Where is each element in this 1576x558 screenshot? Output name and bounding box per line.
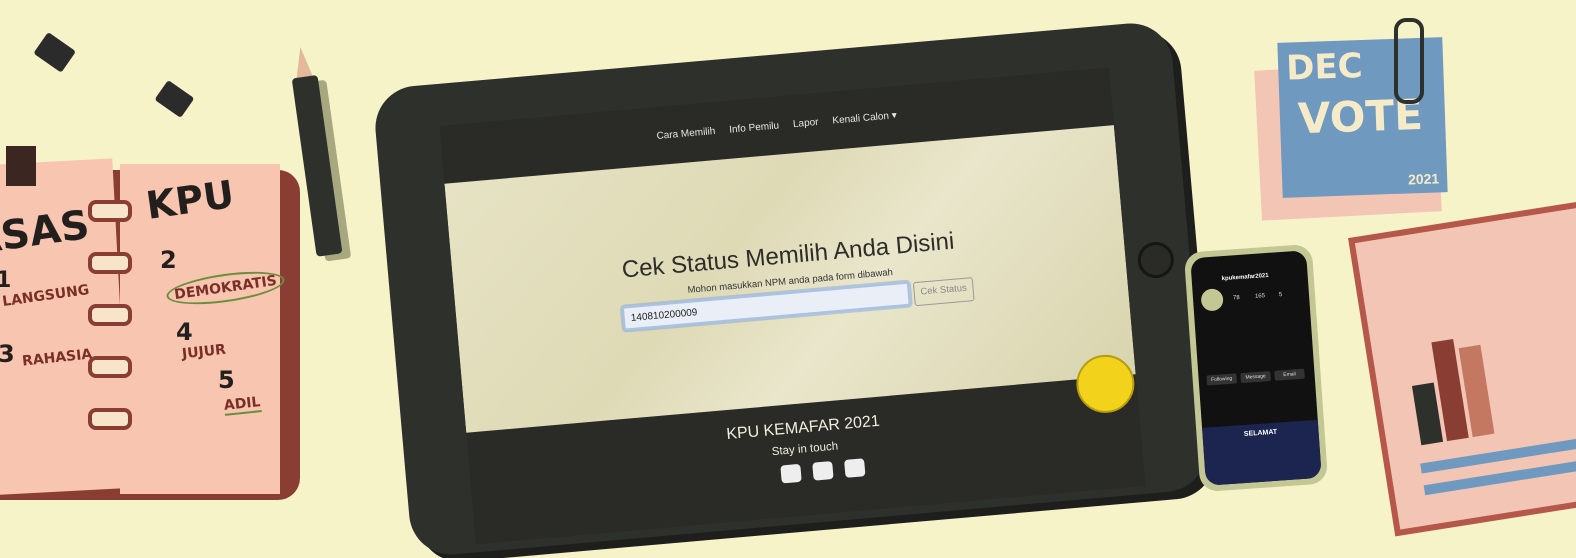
note-line1: DEC (1285, 45, 1364, 89)
avatar (1200, 288, 1224, 312)
nav-item-label: Kenali Calon (831, 110, 890, 127)
phone-screen: kpukemafar2021 78 165 5 Following Messag… (1190, 250, 1322, 486)
notebook-item-number: 4 (176, 318, 193, 346)
paperclip-icon (1394, 18, 1424, 104)
tablet-screen: Cara Memilih Info Pemilu Lapor Kenali Ca… (439, 67, 1146, 545)
youtube-icon[interactable] (844, 458, 866, 478)
notebook-item-label: ADIL (223, 394, 262, 416)
note-year: 2021 (1407, 170, 1440, 188)
cek-status-button[interactable]: Cek Status (912, 277, 975, 307)
tablet-device: Cara Memilih Info Pemilu Lapor Kenali Ca… (365, 0, 1213, 558)
nav-item-cara-memilih[interactable]: Cara Memilih (656, 125, 716, 141)
ig-account-name: kpukemafar2021 (1221, 272, 1269, 283)
nav-item-lapor[interactable]: Lapor (793, 116, 819, 129)
instagram-icon[interactable] (812, 461, 834, 481)
chevron-down-icon: ▾ (891, 109, 898, 121)
home-button-icon (1136, 240, 1176, 280)
nav-item-kenali-calon[interactable]: Kenali Calon ▾ (832, 110, 897, 127)
ig-following-count: 5 (1278, 291, 1283, 299)
notebook-item-number: 2 (160, 246, 177, 274)
social-links (780, 458, 866, 484)
notebook-item-number: 5 (218, 366, 235, 394)
binder-clip-icon (32, 22, 88, 78)
chart-paper (1348, 195, 1576, 537)
notebook-item-number: 3 (0, 340, 15, 368)
notebook-item-number: 1 (0, 268, 12, 293)
ig-posts-count: 78 (1232, 294, 1240, 302)
ig-followers-count: 165 (1254, 293, 1266, 300)
notebook: ASAS KPU 1 LANGSUNG 2 DEMOKRATIS 3 RAHAS… (0, 146, 330, 500)
line-icon[interactable] (780, 463, 802, 484)
binder-clip-icon (152, 70, 208, 126)
ig-email-button[interactable]: Email (1274, 368, 1305, 381)
spiral-rings (88, 200, 132, 490)
phone-device: kpukemafar2021 78 165 5 Following Messag… (1183, 243, 1329, 493)
ig-message-button[interactable]: Message (1240, 371, 1271, 384)
ig-following-button[interactable]: Following (1206, 373, 1238, 386)
nav-item-info-pemilu[interactable]: Info Pemilu (729, 120, 780, 135)
